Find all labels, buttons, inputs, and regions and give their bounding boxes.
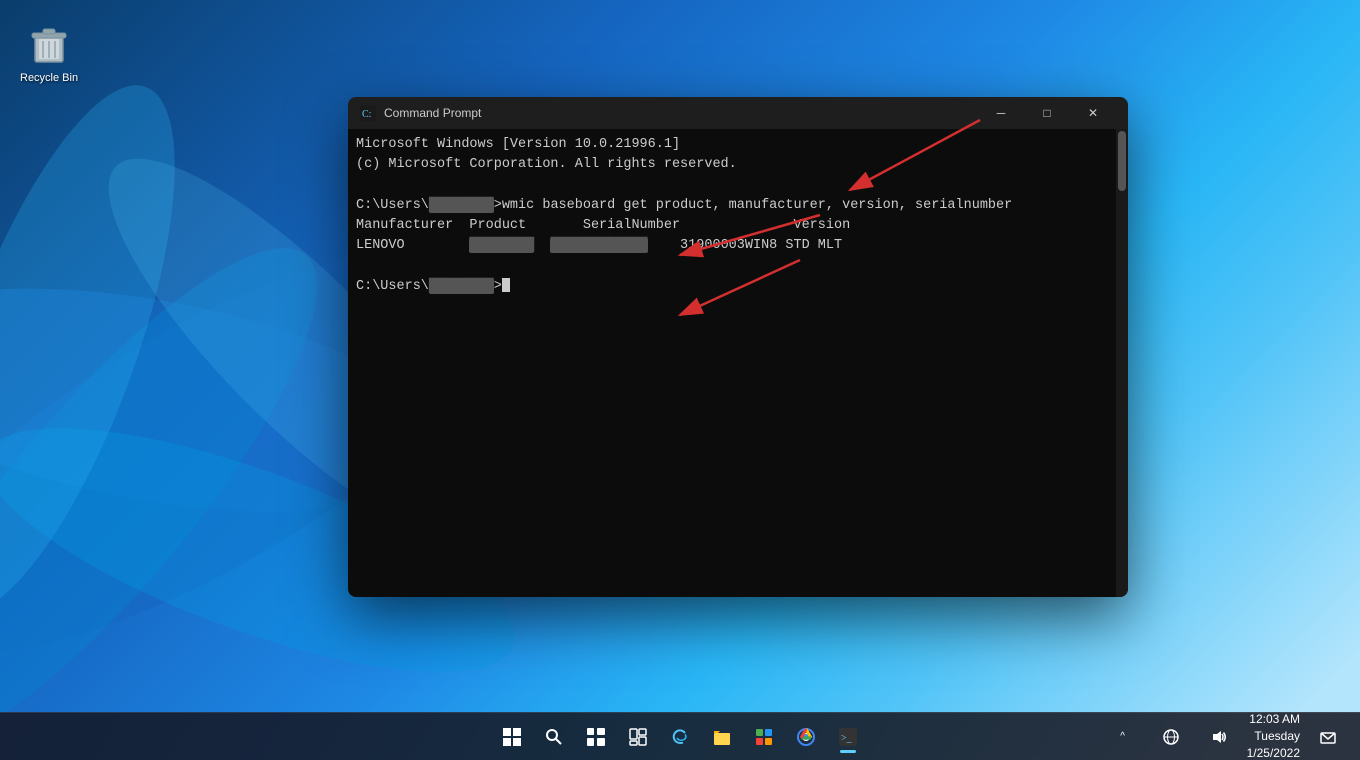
network-button[interactable] <box>1151 717 1191 757</box>
maximize-button[interactable]: □ <box>1024 97 1070 129</box>
svg-text:C:: C: <box>362 109 371 120</box>
cmd-line-1: Microsoft Windows [Version 10.0.21996.1] <box>356 135 1120 155</box>
cmd-command: >wmic baseboard get product, manufacture… <box>494 198 1012 213</box>
cmd-icon: C: <box>360 105 376 121</box>
clock-date: Tuesday <box>1247 728 1300 745</box>
cmd-gap <box>534 238 550 253</box>
recycle-bin[interactable]: Recycle Bin <box>16 16 82 88</box>
cmd-line-6: LENOVO ████████ ████████████ 31900003WIN… <box>356 236 1120 256</box>
cmd-user-2-redacted: ████████ <box>429 279 494 294</box>
store-button[interactable] <box>744 717 784 757</box>
cmd-titlebar: C: Command Prompt ─ □ ✕ <box>348 97 1128 129</box>
cmd-product-redacted: ████████ <box>469 238 534 253</box>
terminal-button[interactable]: >_ <box>828 717 868 757</box>
cmd-prompt-prefix: C:\Users\ <box>356 198 429 213</box>
edge-button[interactable] <box>660 717 700 757</box>
start-button[interactable] <box>492 717 532 757</box>
recycle-bin-label: Recycle Bin <box>20 72 78 84</box>
cmd-version: 31900003WIN8 STD MLT <box>648 238 842 253</box>
volume-button[interactable] <box>1199 717 1239 757</box>
clock[interactable]: 12:03 AM Tuesday 1/25/2022 <box>1247 711 1300 760</box>
cmd-user-redacted: ████████ <box>429 198 494 213</box>
cmd-prompt-2-prefix: C:\Users\ <box>356 279 429 294</box>
cmd-prompt-2-suffix: > <box>494 279 502 294</box>
search-button[interactable] <box>534 717 574 757</box>
cmd-body: Microsoft Windows [Version 10.0.21996.1]… <box>348 129 1128 597</box>
cmd-line-5: Manufacturer Product SerialNumber Versio… <box>356 216 1120 236</box>
cmd-titlebar-controls: ─ □ ✕ <box>978 97 1116 129</box>
task-view-button[interactable] <box>576 717 616 757</box>
cmd-cursor <box>502 278 510 292</box>
clock-time: 12:03 AM <box>1247 711 1300 728</box>
desktop: Recycle Bin C: Command Prompt ─ □ ✕ Micr… <box>0 0 1360 760</box>
taskbar: >_ ^ <box>0 712 1360 760</box>
close-button[interactable]: ✕ <box>1070 97 1116 129</box>
taskbar-center: >_ <box>492 717 868 757</box>
cmd-title: Command Prompt <box>384 106 970 120</box>
cmd-line-2: (c) Microsoft Corporation. All rights re… <box>356 155 1120 175</box>
chevron-up-icon: ^ <box>1120 731 1125 742</box>
file-explorer-button[interactable] <box>702 717 742 757</box>
cmd-scrollbar-thumb[interactable] <box>1118 131 1126 191</box>
widgets-button[interactable] <box>618 717 658 757</box>
tray-expand-button[interactable]: ^ <box>1103 717 1143 757</box>
cmd-line-3 <box>356 176 1120 196</box>
cmd-line-8: C:\Users\████████> <box>356 277 1120 297</box>
minimize-button[interactable]: ─ <box>978 97 1024 129</box>
taskbar-right: ^ 12:03 AM Tuesday <box>1103 711 1348 760</box>
cmd-line-4: C:\Users\████████>wmic baseboard get pro… <box>356 196 1120 216</box>
cmd-manufacturer: LENOVO <box>356 238 469 253</box>
cmd-scrollbar[interactable] <box>1116 129 1128 597</box>
svg-text:>_: >_ <box>841 733 853 744</box>
recycle-bin-icon <box>25 20 73 68</box>
chrome-button[interactable] <box>786 717 826 757</box>
cmd-line-7 <box>356 257 1120 277</box>
clock-year: 1/25/2022 <box>1247 745 1300 760</box>
notification-button[interactable] <box>1308 717 1348 757</box>
cmd-serial-redacted: ████████████ <box>550 238 647 253</box>
cmd-window: C: Command Prompt ─ □ ✕ Microsoft Window… <box>348 97 1128 597</box>
